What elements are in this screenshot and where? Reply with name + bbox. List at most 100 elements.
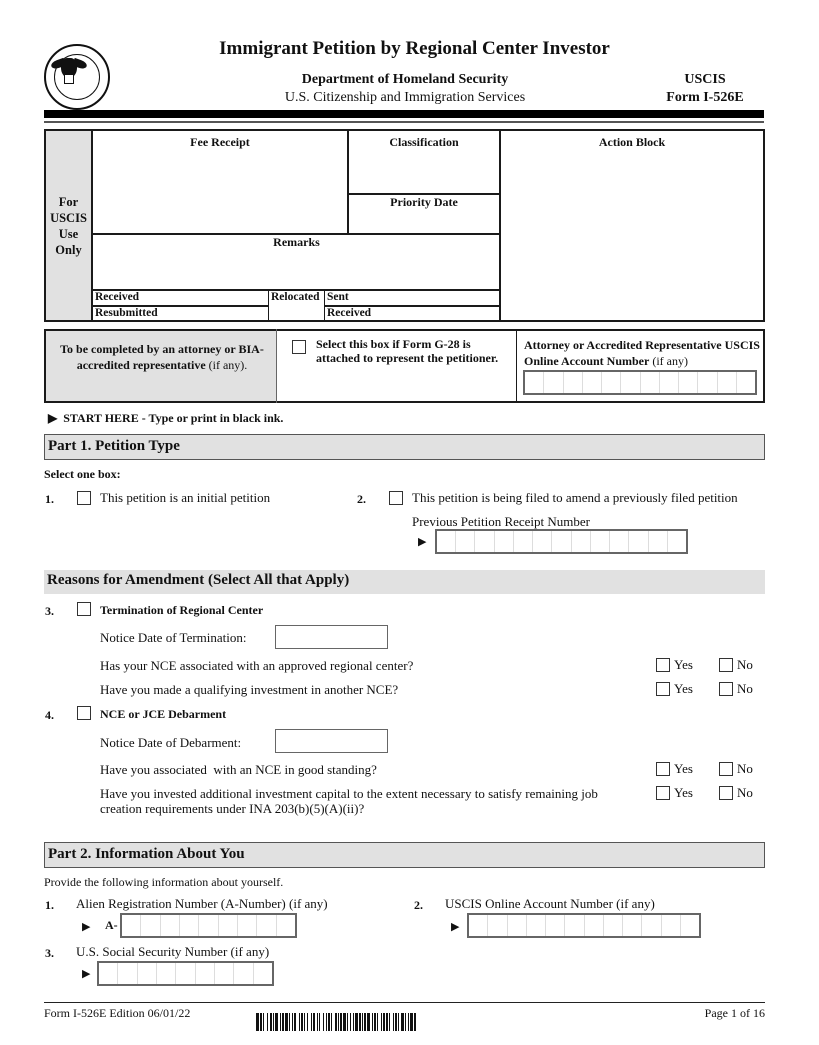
action-block-label: Action Block	[598, 135, 666, 149]
footer-rule	[44, 1002, 765, 1003]
input-cell[interactable]	[138, 963, 157, 984]
initial-petition-checkbox[interactable]	[77, 491, 91, 505]
attorney-instruction: To be completed by an attorney or BIA-ac…	[50, 341, 274, 373]
input-cell[interactable]	[552, 531, 572, 552]
receipt-number-input[interactable]	[435, 529, 688, 554]
input-cell[interactable]	[488, 915, 508, 936]
block-border	[44, 129, 765, 131]
input-cell[interactable]	[234, 963, 254, 984]
input-cell[interactable]	[698, 372, 718, 393]
input-cell[interactable]	[546, 915, 566, 936]
input-cell[interactable]	[257, 915, 277, 936]
input-cell[interactable]	[642, 915, 662, 936]
attorney-instruction-suffix: (if any).	[205, 358, 248, 372]
debarment-checkbox[interactable]	[77, 706, 91, 720]
a-number-input[interactable]	[120, 913, 297, 938]
input-cell[interactable]	[180, 915, 200, 936]
input-cell[interactable]	[157, 963, 177, 984]
input-cell[interactable]	[544, 372, 564, 393]
input-cell[interactable]	[495, 531, 514, 552]
attorney-account-number-input[interactable]	[523, 370, 757, 395]
input-cell[interactable]	[621, 372, 641, 393]
input-cell[interactable]	[629, 531, 649, 552]
input-cell[interactable]	[679, 372, 699, 393]
no-checkbox[interactable]	[719, 762, 733, 776]
input-cell[interactable]	[649, 531, 668, 552]
debarment-date-input[interactable]	[275, 729, 388, 753]
no-checkbox[interactable]	[719, 658, 733, 672]
item-number: 3.	[45, 946, 54, 960]
arrow-right-icon: ▶	[418, 536, 427, 548]
input-cell[interactable]	[585, 915, 604, 936]
received-label: Received	[95, 291, 140, 303]
input-cell[interactable]	[161, 915, 180, 936]
ssn-input[interactable]	[97, 961, 274, 986]
online-account-input[interactable]	[467, 913, 701, 938]
input-cell[interactable]	[277, 915, 295, 936]
input-cell[interactable]	[533, 531, 553, 552]
input-cell[interactable]	[668, 531, 686, 552]
input-cell[interactable]	[254, 963, 272, 984]
input-cell[interactable]	[238, 915, 258, 936]
input-cell[interactable]	[662, 915, 681, 936]
input-cell[interactable]	[469, 915, 489, 936]
input-cell[interactable]	[475, 531, 495, 552]
input-cell[interactable]	[610, 531, 630, 552]
input-cell[interactable]	[508, 915, 527, 936]
input-cell[interactable]	[99, 963, 119, 984]
input-cell[interactable]	[199, 915, 219, 936]
input-cell[interactable]	[437, 531, 457, 552]
relocated-label: Relocated	[271, 291, 320, 303]
input-cell[interactable]	[456, 531, 476, 552]
fee-receipt-label: Fee Receipt	[190, 135, 250, 149]
initial-petition-label: This petition is an initial petition	[100, 490, 271, 505]
input-cell[interactable]	[641, 372, 660, 393]
ssn-label: U.S. Social Security Number (if any)	[76, 944, 270, 959]
input-cell[interactable]	[623, 915, 643, 936]
attorney-account-label-suffix: (if any)	[649, 354, 688, 368]
input-cell[interactable]	[737, 372, 755, 393]
no-checkbox[interactable]	[719, 786, 733, 800]
input-cell[interactable]	[604, 915, 623, 936]
input-cell[interactable]	[525, 372, 545, 393]
input-cell[interactable]	[572, 531, 591, 552]
input-cell[interactable]	[718, 372, 737, 393]
input-cell[interactable]	[215, 963, 235, 984]
termination-checkbox[interactable]	[77, 602, 91, 616]
block-divider	[324, 289, 325, 322]
a-number-prefix: A-	[105, 918, 118, 932]
question-text: Has your NCE associated with an approved…	[100, 658, 414, 673]
termination-date-input[interactable]	[275, 625, 388, 649]
debarment-date-label: Notice Date of Debarment:	[100, 735, 242, 750]
input-cell[interactable]	[122, 915, 142, 936]
yes-checkbox[interactable]	[656, 786, 670, 800]
input-cell[interactable]	[591, 531, 611, 552]
input-cell[interactable]	[219, 915, 238, 936]
input-cell[interactable]	[660, 372, 679, 393]
question-text-line1: Have you invested additional investment …	[100, 786, 598, 801]
input-cell[interactable]	[681, 915, 699, 936]
input-cell[interactable]	[118, 963, 138, 984]
input-cell[interactable]	[176, 963, 196, 984]
input-cell[interactable]	[527, 915, 546, 936]
yes-checkbox[interactable]	[656, 762, 670, 776]
g28-checkbox[interactable]	[292, 340, 306, 354]
remarks-label: Remarks	[273, 235, 320, 249]
block-divider	[516, 329, 517, 403]
form-number: Form I-526E	[666, 90, 744, 105]
input-cell[interactable]	[565, 915, 585, 936]
input-cell[interactable]	[583, 372, 602, 393]
yes-checkbox[interactable]	[656, 682, 670, 696]
part1-instruction: Select one box:	[44, 467, 121, 481]
question-text-line2: creation requirements under INA 203(b)(5…	[100, 801, 365, 816]
amend-petition-checkbox[interactable]	[389, 491, 403, 505]
input-cell[interactable]	[514, 531, 534, 552]
block-border	[44, 401, 765, 403]
arrow-right-icon: ▶	[82, 968, 91, 980]
input-cell[interactable]	[564, 372, 583, 393]
no-checkbox[interactable]	[719, 682, 733, 696]
input-cell[interactable]	[196, 963, 215, 984]
input-cell[interactable]	[141, 915, 161, 936]
yes-checkbox[interactable]	[656, 658, 670, 672]
input-cell[interactable]	[602, 372, 622, 393]
